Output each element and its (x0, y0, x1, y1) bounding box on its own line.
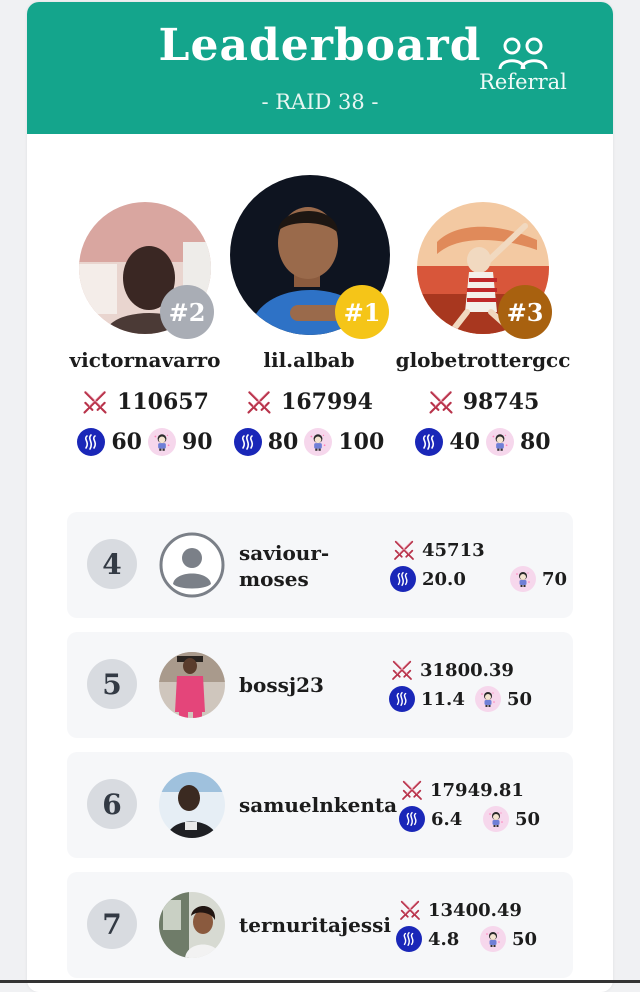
row-score-value: 13400.49 (428, 899, 522, 921)
row-score-value: 17949.81 (430, 779, 524, 801)
default-avatar-icon (159, 532, 225, 598)
podium-score-value: 110657 (117, 389, 209, 415)
steem-amount: 60 (111, 429, 142, 455)
pet-amount: 90 (182, 429, 213, 455)
steem-token-icon (390, 566, 416, 592)
pet-amount: 80 (520, 429, 551, 455)
podium-name-3[interactable]: globetrottergcc (388, 348, 578, 372)
steem-amount: 20.0 (422, 568, 466, 590)
podium-tokens-3: 40 80 (388, 428, 578, 456)
steem-amount: 11.4 (421, 688, 465, 710)
pet-amount: 100 (338, 429, 385, 455)
user-avatar (159, 652, 225, 718)
row-tokens: 11.4 50 (389, 686, 532, 712)
podium-score-3: 98745 (388, 388, 578, 416)
row-username[interactable]: bossj23 (239, 672, 324, 698)
crossed-swords-icon (81, 388, 109, 416)
row-tokens: 20.0 70 (390, 566, 567, 592)
steem-token-icon (389, 686, 415, 712)
pet-token-icon (148, 428, 176, 456)
pet-amount: 70 (542, 568, 568, 590)
steem-token-icon (415, 428, 444, 456)
users-icon (475, 36, 571, 70)
podium-name-1[interactable]: lil.albab (214, 348, 404, 372)
row-username[interactable]: samuelnkenta (239, 792, 397, 818)
leaderboard-row-6[interactable]: 6 samuelnkenta 17949.81 6.4 50 (67, 752, 573, 858)
crossed-swords-icon (427, 388, 455, 416)
row-username-line1: saviour- (239, 541, 330, 565)
pet-token-icon (304, 428, 333, 456)
row-rank: 6 (87, 779, 137, 829)
leaderboard-card: Leaderboard - RAID 38 - Referral #2 #1 #… (27, 2, 613, 992)
leaderboard-header: Leaderboard - RAID 38 - Referral (27, 2, 613, 134)
podium-score-1: 167994 (214, 388, 404, 416)
crossed-swords-icon (245, 388, 273, 416)
crossed-swords-icon (392, 538, 416, 562)
pet-token-icon (475, 686, 501, 712)
row-rank: 7 (87, 899, 137, 949)
podium-tokens-2: 60 90 (50, 428, 240, 456)
pet-amount: 50 (512, 928, 538, 950)
steem-amount: 4.8 (428, 928, 460, 950)
pet-token-icon (486, 428, 514, 456)
podium-name-2[interactable]: victornavarro (50, 348, 240, 372)
row-score: 31800.39 (390, 658, 514, 682)
rank-badge-3: #3 (498, 285, 552, 339)
row-tokens: 6.4 50 (399, 806, 540, 832)
row-score: 13400.49 (398, 898, 522, 922)
crossed-swords-icon (398, 898, 422, 922)
crossed-swords-icon (390, 658, 414, 682)
row-username-line2: moses (239, 567, 309, 591)
pet-token-icon (480, 926, 506, 952)
steem-amount: 6.4 (431, 808, 463, 830)
steem-token-icon (399, 806, 425, 832)
row-username[interactable]: ternuritajessi (239, 912, 391, 938)
podium-score-value: 98745 (462, 389, 540, 415)
row-score: 17949.81 (400, 778, 524, 802)
steem-token-icon (396, 926, 422, 952)
steem-token-icon (233, 428, 262, 456)
row-tokens: 4.8 50 (396, 926, 537, 952)
pet-amount: 50 (507, 688, 533, 710)
referral-button[interactable]: Referral (475, 36, 571, 94)
steem-amount: 40 (449, 429, 480, 455)
pet-token-icon (483, 806, 509, 832)
rank-badge-1: #1 (335, 285, 389, 339)
row-score-value: 45713 (422, 539, 485, 561)
user-avatar (159, 892, 225, 958)
steem-amount: 80 (267, 429, 299, 455)
rank-badge-2: #2 (160, 285, 214, 339)
podium-score-2: 110657 (50, 388, 240, 416)
row-score: 45713 (392, 538, 485, 562)
row-username[interactable]: saviour- moses (239, 540, 329, 592)
steem-token-icon (77, 428, 106, 456)
pet-amount: 50 (515, 808, 541, 830)
row-rank: 4 (87, 539, 137, 589)
leaderboard-row-5[interactable]: 5 bossj23 31800.39 11.4 50 (67, 632, 573, 738)
podium-score-value: 167994 (281, 389, 373, 415)
leaderboard-row-7[interactable]: 7 ternuritajessi 13400.49 4.8 50 (67, 872, 573, 978)
crossed-swords-icon (400, 778, 424, 802)
referral-label: Referral (479, 70, 567, 94)
leaderboard-row-4[interactable]: 4 saviour- moses 45713 20.0 70 (67, 512, 573, 618)
row-score-value: 31800.39 (420, 659, 514, 681)
user-avatar (159, 772, 225, 838)
row-rank: 5 (87, 659, 137, 709)
pet-token-icon (510, 566, 536, 592)
podium-tokens-1: 80 100 (214, 428, 404, 456)
